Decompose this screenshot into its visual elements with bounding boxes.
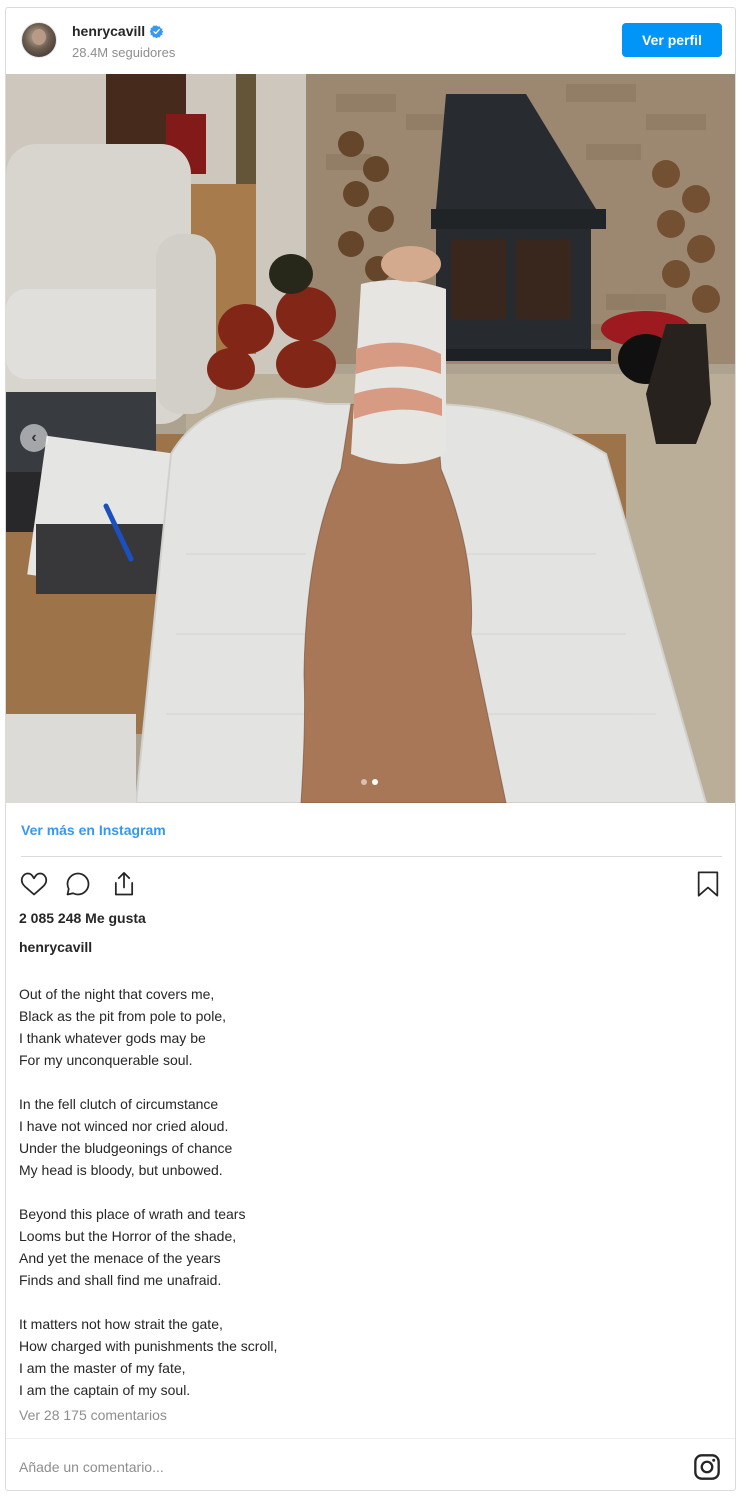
avatar[interactable] [21, 22, 57, 58]
view-profile-button[interactable]: Ver perfil [622, 23, 722, 57]
caption-stanza: It matters not how strait the gate, How … [19, 1313, 719, 1401]
divider [6, 1438, 735, 1439]
caption-line: In the fell clutch of circumstance [19, 1096, 219, 1112]
caption-line: For my unconquerable soul. [19, 1052, 193, 1068]
post-actions [18, 868, 724, 900]
caption-username[interactable]: henrycavill [19, 939, 92, 955]
caption-line: Beyond this place of wrath and tears [19, 1206, 246, 1222]
caption-line: My head is bloody, but unbowed. [19, 1162, 223, 1178]
share-icon[interactable] [108, 868, 140, 900]
caption-stanza: Beyond this place of wrath and tears Loo… [19, 1203, 719, 1291]
caption-stanza: Out of the night that covers me, Black a… [19, 983, 719, 1071]
view-more-on-instagram-link[interactable]: Ver más en Instagram [21, 822, 166, 838]
caption-line: Under the bludgeonings of chance [19, 1140, 233, 1156]
comment-icon[interactable] [62, 868, 94, 900]
caption-stanza: In the fell clutch of circumstance I hav… [19, 1093, 719, 1181]
caption-line: Looms but the Horror of the shade, [19, 1228, 237, 1244]
caption-line: Finds and shall find me unafraid. [19, 1272, 222, 1288]
caption-line: Black as the pit from pole to pole, [19, 1008, 226, 1024]
divider [21, 856, 722, 857]
carousel-indicator [361, 779, 378, 785]
like-count[interactable]: 2 085 248 Me gusta [19, 910, 146, 926]
carousel-dot-active [372, 779, 378, 785]
instagram-embed-card: henrycavill 28.4M seguidores Ver perfil [5, 7, 736, 1491]
caption-line: I have not winced nor cried aloud. [19, 1118, 229, 1134]
carousel-dot [361, 779, 367, 785]
verified-badge-icon [150, 24, 164, 38]
chevron-left-icon[interactable]: ‹ [20, 424, 48, 452]
caption-line: I am the captain of my soul. [19, 1382, 191, 1398]
follower-count: 28.4M seguidores [72, 45, 176, 60]
username-row: henrycavill [72, 23, 164, 39]
caption-line: I thank whatever gods may be [19, 1030, 206, 1046]
username[interactable]: henrycavill [72, 23, 145, 39]
post-image[interactable]: ‹ [6, 74, 735, 803]
caption-line: Out of the night that covers me, [19, 986, 215, 1002]
bookmark-icon[interactable] [692, 868, 724, 900]
caption-line: And yet the menace of the years [19, 1250, 221, 1266]
post-caption: Out of the night that covers me, Black a… [19, 983, 719, 1401]
comment-input[interactable] [19, 1453, 669, 1481]
heart-icon[interactable] [18, 868, 50, 900]
post-header: henrycavill 28.4M seguidores Ver perfil [6, 8, 735, 74]
view-comments-link[interactable]: Ver 28 175 comentarios [19, 1407, 167, 1423]
post-photo-illustration [6, 74, 735, 803]
caption-line: It matters not how strait the gate, [19, 1316, 223, 1332]
instagram-logo-icon[interactable] [693, 1453, 721, 1481]
caption-line: How charged with punishments the scroll, [19, 1338, 278, 1354]
caption-line: I am the master of my fate, [19, 1360, 186, 1376]
